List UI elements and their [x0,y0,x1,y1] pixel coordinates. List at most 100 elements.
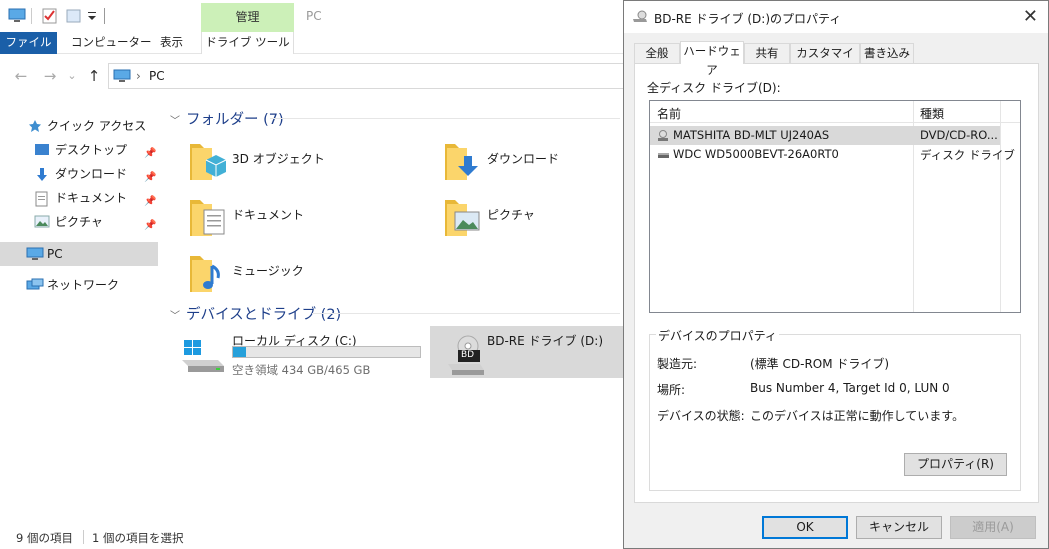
folder-name: ダウンロード [487,152,560,166]
cd-drive-icon [658,130,668,141]
folder-pictures-icon [445,200,480,236]
drive-free-space: 空き領域 434 GB/465 GB [232,363,371,377]
column-header-name[interactable]: 名前 [657,105,681,122]
folders-group-header[interactable]: ﹀ フォルダー (7) [170,108,284,129]
divider[interactable] [913,101,914,123]
group-legend: デバイスのプロパティ [656,327,779,344]
content-pane: ﹀ フォルダー (7) 3D オブジェクト ダウンロード ドキュメント ピクチャ … [160,100,624,520]
divider [83,530,84,544]
tab-recording[interactable]: 書き込み [860,43,914,63]
ok-button[interactable]: OK [762,516,848,539]
location-label: 場所: [657,383,686,397]
list-item[interactable]: MATSHITA BD-MLT UJ240AS DVD/CD-RO... [650,126,1000,145]
properties-dialog: BD-RE ドライブ (D:)のプロパティ ✕ 全般 ハードウェア 共有 カスタ… [623,0,1049,549]
dialog-titlebar: BD-RE ドライブ (D:)のプロパティ ✕ [624,1,1048,33]
drives-list[interactable]: 名前 種類 MATSHITA BD-MLT UJ240AS DVD/CD-RO.… [649,100,1021,313]
navigation-bar: ← → ⌄ ↑ › PC [0,60,624,92]
tab-sharing[interactable]: 共有 [744,43,790,63]
folder-3d-objects[interactable]: 3D オブジェクト [182,136,412,188]
divider[interactable] [1000,101,1001,123]
status-item-count: 9 個の項目 [16,531,73,545]
sidebar-item-label: PC [47,247,63,261]
up-button[interactable]: ↑ [84,66,104,86]
drive-usage-fill [233,347,246,357]
document-icon [35,191,48,207]
folder-name: ピクチャ [487,208,535,222]
all-drives-label: 全ディスク ドライブ(D): [647,81,781,95]
folder-music[interactable]: ミュージック [182,248,412,300]
sidebar-item-label: ダウンロード [55,167,128,181]
manufacturer-value: (標準 CD-ROM ドライブ) [750,357,890,371]
folder-3d-icon [190,144,227,180]
location-value: Bus Number 4, Target Id 0, LUN 0 [750,381,950,395]
sidebar-item-network[interactable]: ネットワーク [0,273,158,297]
properties-icon[interactable] [42,8,58,24]
folder-documents[interactable]: ドキュメント [182,192,412,244]
navigation-pane: クイック アクセス デスクトップ 📌 ダウンロード 📌 ドキュメント 📌 ピクチ… [0,108,160,508]
sidebar-item-pictures[interactable]: ピクチャ 📌 [0,210,158,234]
folder-document-icon [190,200,225,236]
dialog-tabs: 全般 ハードウェア 共有 カスタマイズ 書き込み [634,41,1039,79]
divider [270,118,620,119]
sidebar-item-label: ドキュメント [55,191,128,205]
drive-type: ディスク ドライブ [920,148,1015,162]
back-button[interactable]: ← [11,66,31,86]
folder-name: ドキュメント [232,208,305,222]
forward-button[interactable]: → [40,66,60,86]
dialog-title: BD-RE ドライブ (D:)のプロパティ [654,12,842,26]
tab-customize[interactable]: カスタマイズ [790,43,860,79]
folder-name: 3D オブジェクト [232,152,325,166]
customize-qat-icon[interactable] [86,8,98,24]
status-selected-count: 1 個の項目を選択 [92,531,184,545]
drive-name: BD-RE ドライブ (D:) [487,334,603,348]
column-header-type[interactable]: 種類 [920,105,944,122]
pc-icon [113,69,131,82]
sidebar-item-documents[interactable]: ドキュメント 📌 [0,186,158,210]
apply-button[interactable]: 適用(A) [950,516,1036,539]
sidebar-item-label: ピクチャ [55,215,103,229]
sidebar-item-label: ネットワーク [47,278,120,292]
desktop-icon [35,144,49,155]
cancel-button[interactable]: キャンセル [856,516,942,539]
drive-c[interactable]: ローカル ディスク (C:) 空き領域 434 GB/465 GB [174,326,428,378]
tab-general[interactable]: 全般 [634,43,680,63]
address-bar[interactable]: › PC [108,63,624,89]
group-title: フォルダー (7) [186,112,284,128]
manufacturer-label: 製造元: [657,357,698,371]
breadcrumb-separator[interactable]: › [136,69,141,83]
drive-usage-bar [232,346,421,358]
sidebar-item-downloads[interactable]: ダウンロード 📌 [0,162,158,186]
chevron-down-icon: ﹀ [170,116,180,127]
sidebar-item-label: デスクトップ [55,143,128,157]
sidebar-item-quick-access[interactable]: クイック アクセス [0,114,158,138]
list-item[interactable]: WDC WD5000BEVT-26A0RT0 ディスク ドライブ [650,145,1015,164]
tab-file[interactable]: ファイル [0,32,57,54]
tab-view[interactable]: 表示 [160,32,183,54]
drive-name: WDC WD5000BEVT-26A0RT0 [673,147,839,161]
file-explorer-window: 管理 PC ファイル コンピューター 表示 ドライブ ツール ← → ⌄ ↑ ›… [0,0,624,549]
sidebar-item-pc[interactable]: PC [0,242,158,266]
windows-drive-icon [182,340,224,372]
tab-computer[interactable]: コンピューター [71,32,152,54]
tab-hardware[interactable]: ハードウェア [680,41,744,77]
pc-icon[interactable] [8,8,26,24]
properties-button[interactable]: プロパティ(R) [904,453,1007,476]
window-title: PC [306,9,322,23]
sidebar-item-desktop[interactable]: デスクトップ 📌 [0,138,158,162]
ribbon-tabs: ファイル コンピューター 表示 ドライブ ツール [0,32,624,54]
manage-context-tab[interactable]: 管理 [201,3,294,32]
device-status-label: デバイスの状態: [657,409,745,423]
device-properties-group: デバイスのプロパティ 製造元: (標準 CD-ROM ドライブ) 場所: Bus… [649,327,1021,491]
pin-icon[interactable]: 📌 [144,214,156,238]
pictures-icon [34,215,50,228]
new-folder-icon[interactable] [66,8,82,24]
folder-download-icon [445,144,478,180]
drive-d[interactable]: BD BD-RE ドライブ (D:) [430,326,624,378]
recent-dropdown[interactable]: ⌄ [62,66,82,86]
bd-drive-icon [633,10,647,22]
tab-drive-tools[interactable]: ドライブ ツール [201,32,294,54]
folder-music-icon [190,256,220,292]
breadcrumb[interactable]: PC [149,69,165,83]
hard-disk-icon [658,153,669,158]
close-icon[interactable]: ✕ [1023,6,1038,27]
